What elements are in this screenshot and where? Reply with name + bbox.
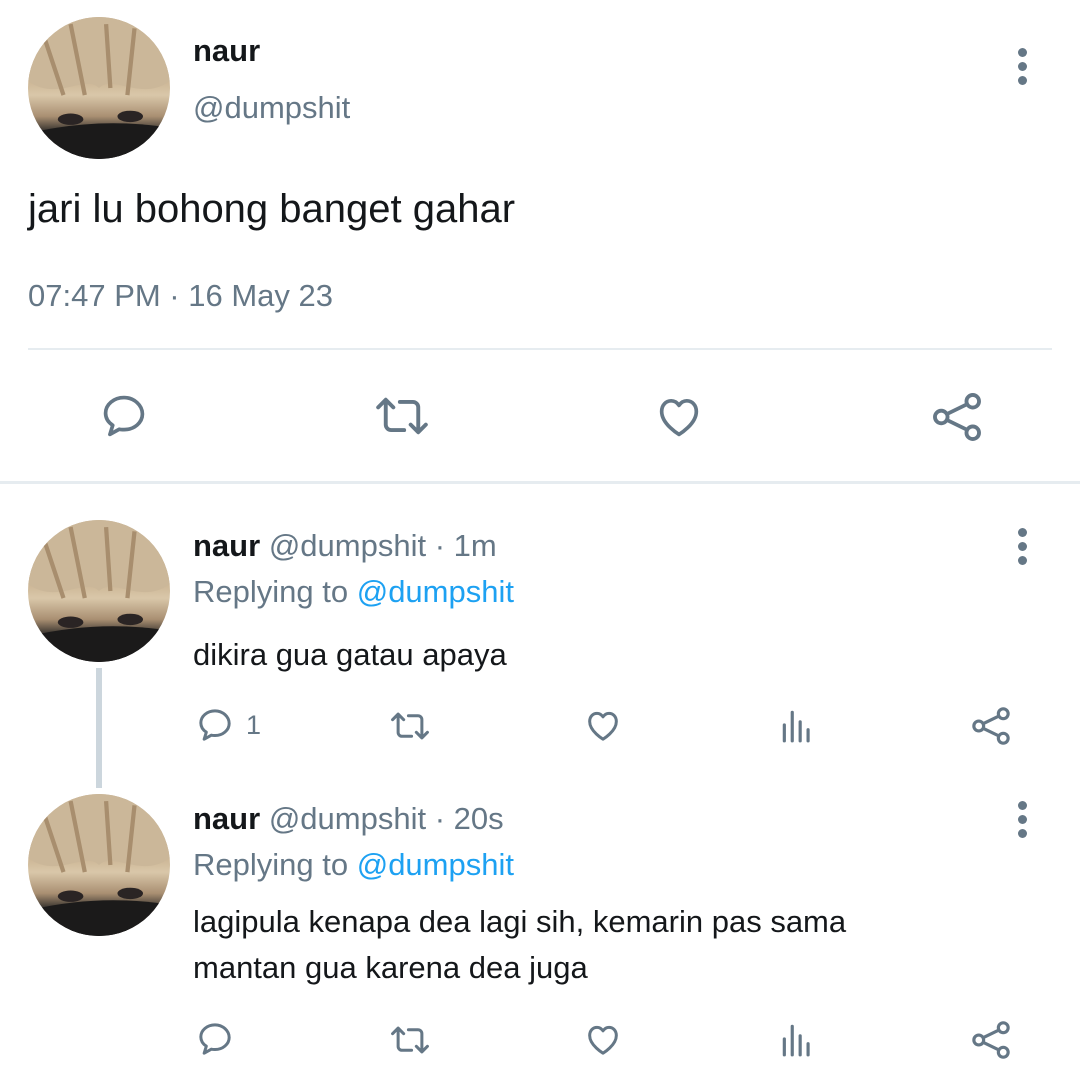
separator-dot: · [434, 801, 446, 836]
divider [28, 348, 1052, 350]
relative-time[interactable]: 1m [454, 528, 497, 563]
tweet-text: jari lu bohong banget gahar [28, 187, 516, 231]
reply-text-line: lagipula kenapa dea lagi sih, kemarin pa… [193, 904, 847, 939]
reply-header: naur @dumpshit · 1m [193, 528, 497, 564]
retweet-icon[interactable] [386, 707, 434, 745]
avatar[interactable] [28, 794, 170, 936]
more-options-icon[interactable] [1015, 528, 1029, 570]
relative-time[interactable]: 20s [454, 801, 504, 836]
more-options-icon[interactable] [1015, 801, 1029, 843]
reply-icon[interactable] [195, 705, 235, 745]
thread-line [96, 668, 102, 788]
handle[interactable]: @dumpshit [269, 801, 426, 836]
reply-text-line: mantan gua karena dea juga [193, 950, 588, 985]
replying-to-label: Replying to [193, 574, 349, 609]
separator-dot: · [434, 528, 446, 563]
analytics-icon[interactable] [778, 706, 816, 744]
replying-to-link[interactable]: @dumpshit [357, 574, 514, 609]
reply-text: dikira gua gatau apaya [193, 632, 507, 678]
section-divider [0, 481, 1080, 484]
replying-to-label: Replying to [193, 847, 349, 882]
retweet-icon[interactable] [370, 390, 434, 442]
reply-header: naur @dumpshit · 20s [193, 801, 504, 837]
reply-icon[interactable] [195, 1019, 235, 1059]
analytics-icon[interactable] [778, 1020, 816, 1058]
replying-to: Replying to @dumpshit [193, 574, 514, 610]
display-name[interactable]: naur [193, 528, 260, 563]
like-icon[interactable] [582, 1019, 624, 1059]
replying-to: Replying to @dumpshit [193, 847, 514, 883]
display-name[interactable]: naur [193, 801, 260, 836]
reply-text: lagipula kenapa dea lagi sih, kemarin pa… [193, 899, 846, 991]
avatar-photo [28, 794, 170, 936]
reply-text-line: dikira gua gatau apaya [193, 637, 507, 672]
replying-to-link[interactable]: @dumpshit [357, 847, 514, 882]
avatar-photo [28, 17, 170, 159]
more-options-icon[interactable] [1015, 48, 1029, 90]
reply-icon[interactable] [97, 390, 151, 442]
retweet-icon[interactable] [386, 1021, 434, 1059]
handle[interactable]: @dumpshit [193, 90, 350, 126]
avatar-photo [28, 520, 170, 662]
display-name[interactable]: naur [193, 33, 260, 69]
avatar[interactable] [28, 17, 170, 159]
share-icon[interactable] [930, 390, 984, 444]
like-icon[interactable] [652, 390, 706, 442]
share-icon[interactable] [970, 1019, 1012, 1061]
tweet-timestamp[interactable]: 07:47 PM · 16 May 23 [28, 278, 333, 314]
handle[interactable]: @dumpshit [269, 528, 426, 563]
avatar[interactable] [28, 520, 170, 662]
reply-count: 1 [246, 710, 262, 740]
share-icon[interactable] [970, 705, 1012, 747]
like-icon[interactable] [582, 705, 624, 745]
